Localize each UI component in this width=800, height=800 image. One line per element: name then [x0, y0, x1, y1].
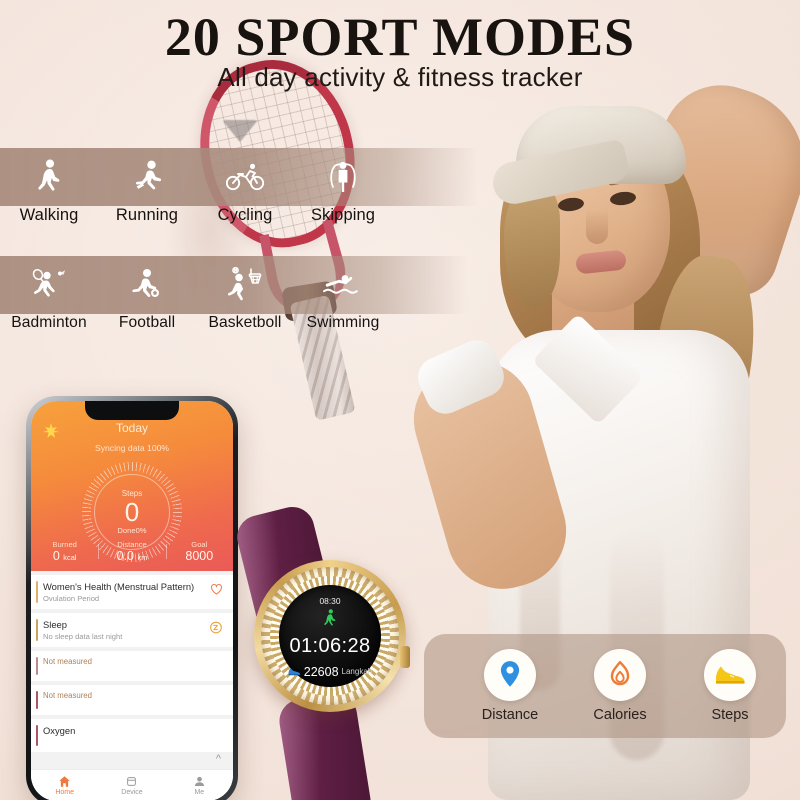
stat-label: Burned	[52, 540, 77, 549]
watch-timer: 01:06:28	[289, 634, 371, 657]
card-subtitle: Ovulation Period	[43, 594, 100, 603]
card-subtitle: Not measured	[43, 657, 92, 666]
sport-icons-row1	[0, 148, 392, 206]
page-subtitle: All day activity & fitness tracker	[217, 62, 583, 92]
sport-labels-row1: Walking Running Cycling Skipping	[0, 206, 392, 225]
tab-label: Me	[194, 789, 205, 796]
home-icon	[59, 776, 70, 787]
feature-label: Distance	[481, 707, 539, 723]
list-item[interactable]: Oxygen	[31, 719, 233, 752]
stat-burned: Burned 0 kcal	[31, 540, 98, 563]
sleep-moon-icon	[209, 621, 223, 640]
phone-screen: Today Syncing data 100% Steps 0 Done0% B…	[31, 401, 233, 800]
promo-banner: 20 SPORT MODES All day activity & fitnes…	[0, 0, 800, 800]
flame-icon	[594, 649, 646, 701]
health-cards-list: Women's Health (Menstrual Pattern) Ovula…	[31, 571, 233, 800]
shoe-icon	[288, 668, 300, 676]
device-icon	[127, 777, 137, 786]
stat-value: 0.0 km	[98, 549, 165, 563]
sport-label-cycling: Cycling	[217, 206, 273, 224]
stat-value: 0 kcal	[31, 549, 98, 563]
decorative-arrow	[222, 120, 258, 142]
cycling-icon	[196, 148, 294, 206]
card-subtitle: Not measured	[43, 691, 92, 700]
stat-goal: Goal 8000	[165, 540, 233, 563]
heart-icon	[210, 583, 223, 601]
person-icon	[194, 776, 204, 787]
watch-time: 08:30	[319, 595, 341, 606]
player-nose	[586, 210, 608, 244]
stat-unit: kcal	[63, 553, 77, 562]
sync-status: Syncing data 100%	[94, 443, 170, 453]
stat-value: 8000	[166, 549, 233, 563]
chevron-up-icon[interactable]: ^	[216, 753, 221, 765]
watch-indicator-dots: ▪▪▪	[325, 671, 335, 677]
steps-ring-inner: Steps 0 Done0%	[94, 474, 170, 550]
tab-label: Device	[121, 789, 143, 796]
phone-notch	[85, 401, 179, 420]
card-subtitle: No sleep data last night	[43, 632, 123, 641]
stat-number: 0.0	[116, 549, 135, 563]
sport-label-skipping: Skipping	[310, 206, 376, 224]
sport-label-badminton: Badminton	[11, 314, 87, 331]
stat-label: Distance	[117, 540, 147, 549]
walking-icon	[0, 148, 98, 206]
stat-number: 8000	[185, 549, 214, 563]
app-header: Today Syncing data 100% Steps 0 Done0% B…	[31, 401, 233, 571]
swimming-icon	[294, 256, 392, 314]
location-pin-icon	[484, 649, 536, 701]
list-item[interactable]: Women's Health (Menstrual Pattern) Ovula…	[31, 575, 233, 609]
watch-face[interactable]: 08:30 01:06:28 22608 Langkah ▪▪▪	[279, 585, 381, 687]
steps-ring-value: 0	[124, 497, 140, 527]
list-item[interactable]: Not measured	[31, 685, 233, 715]
card-title: Women's Health (Menstrual Pattern)	[43, 581, 195, 592]
football-icon	[98, 256, 196, 314]
watch-case: 08:30 01:06:28 22608 Langkah ▪▪▪	[254, 560, 410, 712]
list-item[interactable]: Not measured	[31, 651, 233, 681]
feature-calories: Calories	[576, 649, 664, 723]
steps-ring-progress: Done0%	[117, 526, 147, 535]
tab-me[interactable]: Me	[166, 770, 233, 800]
stat-unit: km	[137, 553, 148, 562]
smartwatch: 08:30 01:06:28 22608 Langkah ▪▪▪	[228, 502, 418, 800]
badminton-icon	[0, 256, 98, 314]
card-title: Sleep	[43, 619, 67, 630]
bottom-tab-bar: Home Device Me	[31, 769, 233, 800]
tab-label: Home	[55, 789, 74, 796]
app-title: Today	[115, 421, 149, 435]
running-icon	[98, 148, 196, 206]
watch-crown[interactable]	[400, 646, 410, 668]
stat-distance: Distance 0.0 km	[98, 540, 165, 563]
watch-steps-unit: Langkah	[341, 667, 373, 676]
stat-label: Goal	[191, 540, 208, 549]
page-title: 20 SPORT MODES	[164, 7, 636, 67]
sport-icons-row2	[0, 256, 392, 314]
tab-home[interactable]: Home	[31, 770, 98, 800]
feature-distance: Distance	[466, 649, 554, 723]
tab-device[interactable]: Device	[98, 770, 165, 800]
sport-label-football: Football	[118, 314, 176, 331]
walking-figure-icon	[322, 608, 338, 633]
sport-label-basketball: Basketboll	[208, 314, 282, 331]
basketball-icon	[196, 256, 294, 314]
skipping-rope-icon	[294, 148, 392, 206]
sport-label-swimming: Swimming	[306, 314, 380, 331]
card-title: Oxygen	[43, 725, 76, 736]
phone-mockup: Today Syncing data 100% Steps 0 Done0% B…	[26, 396, 238, 800]
list-item[interactable]: Sleep No sleep data last night	[31, 613, 233, 647]
feature-label: Steps	[711, 707, 749, 723]
stat-number: 0	[52, 549, 60, 563]
feature-label: Calories	[593, 707, 647, 723]
sport-label-walking: Walking	[19, 206, 79, 224]
sport-labels-row2: Badminton Football Basketboll Swimming	[0, 314, 392, 332]
shoe-icon	[704, 649, 756, 701]
feature-highlights-panel: Distance Calories Steps	[424, 634, 786, 738]
feature-steps: Steps	[686, 649, 774, 723]
sport-label-running: Running	[115, 206, 179, 224]
stats-row: Burned 0 kcal Distance 0.0 km Goal 8000	[31, 540, 233, 563]
